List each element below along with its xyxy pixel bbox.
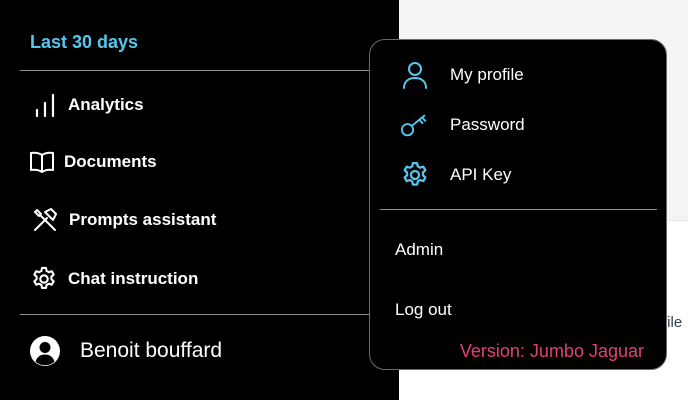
avatar xyxy=(29,335,61,367)
bar-chart-icon xyxy=(34,92,58,118)
sidebar-item-label: Chat instruction xyxy=(68,269,199,288)
user-account-button[interactable]: Benoit bouffard xyxy=(29,335,222,367)
sidebar-item-label: Analytics xyxy=(68,95,144,114)
menu-divider xyxy=(380,209,657,210)
user-name: Benoit bouffard xyxy=(80,339,223,362)
book-icon xyxy=(29,150,55,174)
sidebar-item-label: Documents xyxy=(64,152,157,171)
menu-item-password[interactable]: Password xyxy=(400,110,525,140)
gear-icon xyxy=(30,265,58,293)
admin-link[interactable]: Admin xyxy=(395,240,443,260)
tools-icon xyxy=(31,206,59,234)
sidebar-divider-bottom xyxy=(20,314,372,315)
logout-button[interactable]: Log out xyxy=(395,300,452,320)
sidebar-item-documents[interactable]: Documents xyxy=(29,150,157,174)
version-label: Version: Jumbo Jaguar xyxy=(459,341,644,361)
period-filter-label[interactable]: Last 30 days xyxy=(30,32,138,53)
menu-item-label: My profile xyxy=(450,65,524,84)
key-icon xyxy=(400,110,430,140)
sidebar-item-chat-instruction[interactable]: Chat instruction xyxy=(30,265,198,293)
sidebar-item-analytics[interactable]: Analytics xyxy=(34,92,144,118)
gear-icon xyxy=(400,160,430,190)
user-menu-dropdown: My profile Password API Key Admin Log ou… xyxy=(369,39,667,370)
user-icon xyxy=(400,60,430,90)
menu-item-my-profile[interactable]: My profile xyxy=(400,60,524,90)
menu-item-label: API Key xyxy=(450,165,512,184)
sidebar-item-label: Prompts assistant xyxy=(69,210,217,229)
sidebar-item-prompts-assistant[interactable]: Prompts assistant xyxy=(31,206,216,234)
sidebar: Last 30 days Analytics Documents Prompts… xyxy=(0,0,399,400)
sidebar-divider-top xyxy=(20,70,372,71)
menu-item-api-key[interactable]: API Key xyxy=(400,160,511,190)
menu-item-label: Password xyxy=(450,115,525,134)
